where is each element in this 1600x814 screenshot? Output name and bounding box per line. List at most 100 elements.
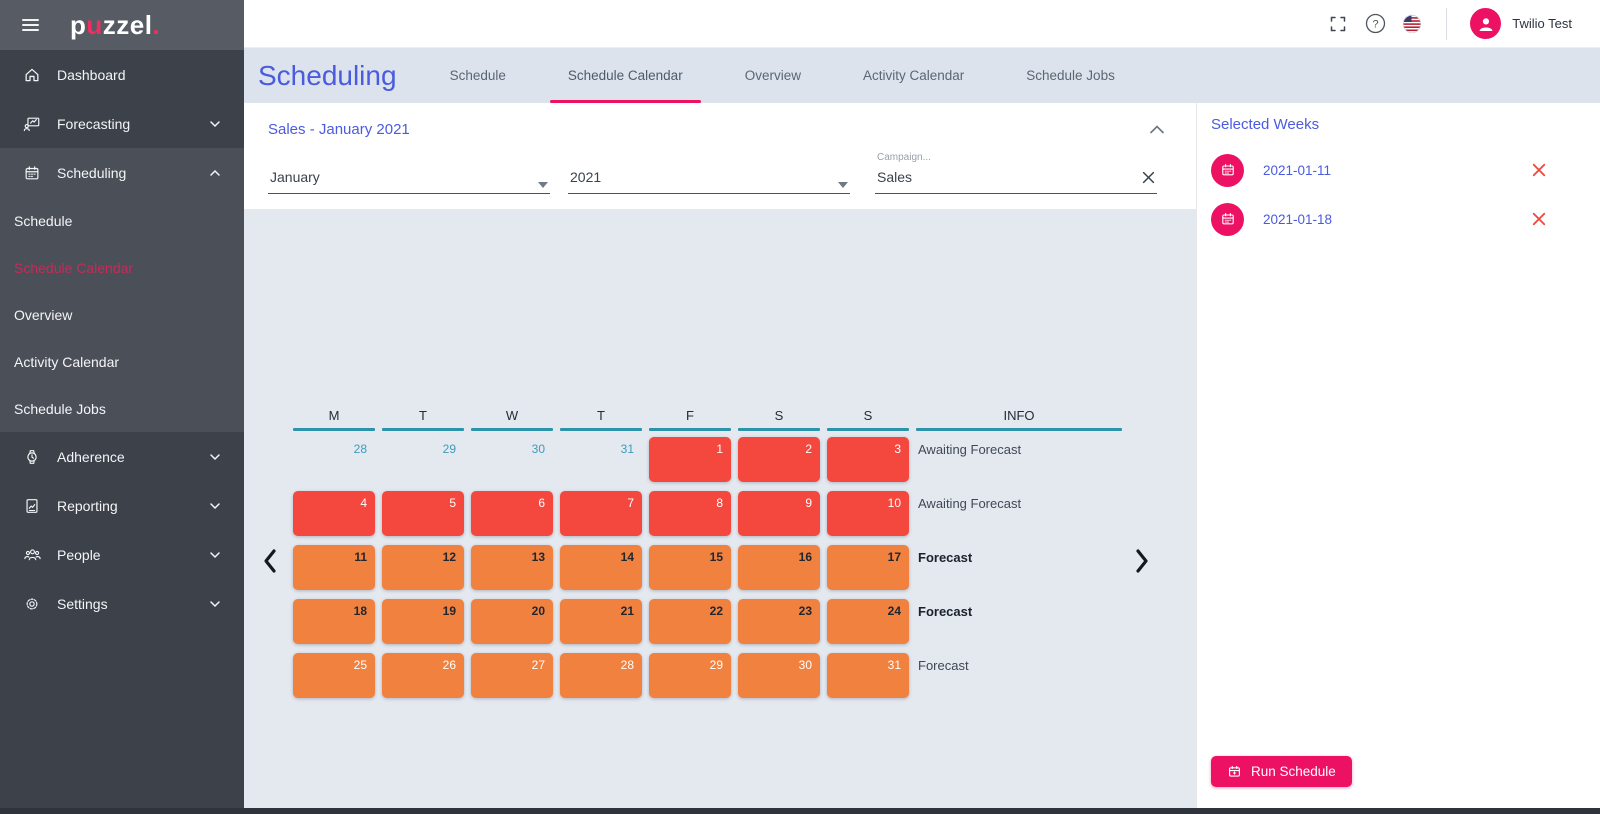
calendar-day[interactable]: 11 [293, 545, 375, 590]
forecasting-icon [22, 114, 42, 134]
day-number: 28 [620, 658, 634, 672]
calendar-day[interactable]: 19 [382, 599, 464, 644]
calendar-day[interactable]: 16 [738, 545, 820, 590]
chevron-up-icon [208, 165, 224, 181]
avatar[interactable] [1470, 8, 1502, 39]
week-info: Forecast [918, 658, 969, 673]
calendar-day[interactable]: 31 [827, 653, 909, 698]
calendar-day[interactable]: 21 [560, 599, 642, 644]
calendar-day[interactable]: 30 [471, 437, 553, 482]
previous-month-arrow[interactable] [258, 546, 282, 576]
day-number: 17 [887, 550, 901, 564]
collapse-panel-icon[interactable] [1150, 121, 1164, 139]
sidebar-subitem-label: Overview [14, 306, 73, 323]
calendar-day[interactable]: 6 [471, 491, 553, 536]
clear-campaign-icon[interactable] [1142, 171, 1155, 187]
day-number: 30 [531, 442, 545, 456]
sidebar-item-adherence[interactable]: Adherence [0, 432, 244, 481]
day-number: 10 [887, 496, 901, 510]
year-select[interactable]: 2021 [568, 167, 850, 194]
tab-schedule[interactable]: Schedule [419, 48, 537, 103]
sidebar-group-scheduling: Scheduling Schedule Schedule Calendar Ov… [0, 148, 244, 432]
calendar-day[interactable]: 26 [382, 653, 464, 698]
calendar-day[interactable]: 10 [827, 491, 909, 536]
remove-week-icon[interactable] [1532, 163, 1546, 177]
day-number: 27 [531, 658, 545, 672]
tab-schedule-jobs[interactable]: Schedule Jobs [995, 48, 1146, 103]
calendar-day[interactable]: 25 [293, 653, 375, 698]
run-schedule-button[interactable]: Run Schedule [1211, 756, 1352, 787]
sidebar-item-label: Adherence [57, 448, 125, 465]
sidebar-item-scheduling[interactable]: Scheduling [0, 148, 244, 197]
sidebar-item-dashboard[interactable]: Dashboard [0, 50, 244, 99]
day-number: 21 [620, 604, 634, 618]
sidebar-item-settings[interactable]: Settings [0, 579, 244, 628]
remove-week-icon[interactable] [1532, 212, 1546, 226]
calendar-day[interactable]: 9 [738, 491, 820, 536]
chevron-down-icon [208, 498, 224, 514]
month-select[interactable]: January [268, 167, 550, 194]
calendar-day[interactable]: 12 [382, 545, 464, 590]
day-number: 22 [709, 604, 723, 618]
day-number: 18 [353, 604, 367, 618]
tab-overview[interactable]: Overview [714, 48, 832, 103]
language-flag-icon[interactable] [1401, 13, 1423, 35]
day-number: 4 [360, 496, 367, 510]
calendar-day[interactable]: 14 [560, 545, 642, 590]
help-icon[interactable]: ? [1364, 13, 1386, 35]
calendar-day[interactable]: 4 [293, 491, 375, 536]
calendar-day[interactable]: 23 [738, 599, 820, 644]
calendar-day[interactable]: 3 [827, 437, 909, 482]
tab-activity-calendar[interactable]: Activity Calendar [832, 48, 995, 103]
year-value: 2021 [570, 169, 602, 185]
calendar-day[interactable]: 31 [560, 437, 642, 482]
calendar-badge-icon [1211, 202, 1244, 236]
sidebar-subitem-overview[interactable]: Overview [0, 291, 244, 338]
calendar-day[interactable]: 24 [827, 599, 909, 644]
fullscreen-icon[interactable] [1327, 13, 1349, 35]
sidebar-item-forecasting[interactable]: Forecasting [0, 99, 244, 148]
calendar-day[interactable]: 29 [649, 653, 731, 698]
sidebar-subitem-activity-calendar[interactable]: Activity Calendar [0, 338, 244, 385]
report-icon [22, 496, 42, 516]
day-number: 9 [805, 496, 812, 510]
calendar-day[interactable]: 30 [738, 653, 820, 698]
sidebar-subitem-schedule-jobs[interactable]: Schedule Jobs [0, 385, 244, 432]
sidebar-subitem-schedule-calendar[interactable]: Schedule Calendar [0, 244, 244, 291]
calendar-day[interactable]: 29 [382, 437, 464, 482]
sidebar-subitem-label: Schedule Calendar [14, 259, 134, 276]
header-underline [471, 428, 553, 431]
menu-icon[interactable] [18, 12, 43, 38]
calendar-day[interactable]: 13 [471, 545, 553, 590]
selected-weeks-title: Selected Weeks [1211, 116, 1320, 133]
calendar-day[interactable]: 5 [382, 491, 464, 536]
calendar-day[interactable]: 28 [293, 437, 375, 482]
calendar-day[interactable]: 15 [649, 545, 731, 590]
tab-schedule-calendar[interactable]: Schedule Calendar [537, 48, 714, 103]
sidebar-item-people[interactable]: People [0, 530, 244, 579]
calendar-day[interactable]: 27 [471, 653, 553, 698]
day-number: 28 [353, 442, 367, 456]
calendar-day[interactable]: 18 [293, 599, 375, 644]
header-underline [738, 428, 820, 431]
calendar-day[interactable]: 7 [560, 491, 642, 536]
calendar-day[interactable]: 1 [649, 437, 731, 482]
chevron-down-icon [208, 547, 224, 563]
chevron-down-icon [208, 449, 224, 465]
next-month-arrow[interactable] [1130, 546, 1154, 576]
watch-icon [22, 447, 42, 467]
calendar-day[interactable]: 20 [471, 599, 553, 644]
calendar-day[interactable]: 28 [560, 653, 642, 698]
selected-week-date[interactable]: 2021-01-18 [1263, 212, 1332, 227]
topbar: ? Twilio Test [244, 0, 1600, 48]
selected-week-date[interactable]: 2021-01-11 [1263, 163, 1331, 178]
campaign-input[interactable]: Campaign... Sales [875, 152, 1157, 194]
sidebar-item-reporting[interactable]: Reporting [0, 481, 244, 530]
calendar-day[interactable]: 8 [649, 491, 731, 536]
calendar-day[interactable]: 17 [827, 545, 909, 590]
calendar-day[interactable]: 22 [649, 599, 731, 644]
day-number: 19 [442, 604, 456, 618]
sidebar-item-label: Reporting [57, 497, 118, 514]
sidebar-subitem-schedule[interactable]: Schedule [0, 197, 244, 244]
calendar-day[interactable]: 2 [738, 437, 820, 482]
